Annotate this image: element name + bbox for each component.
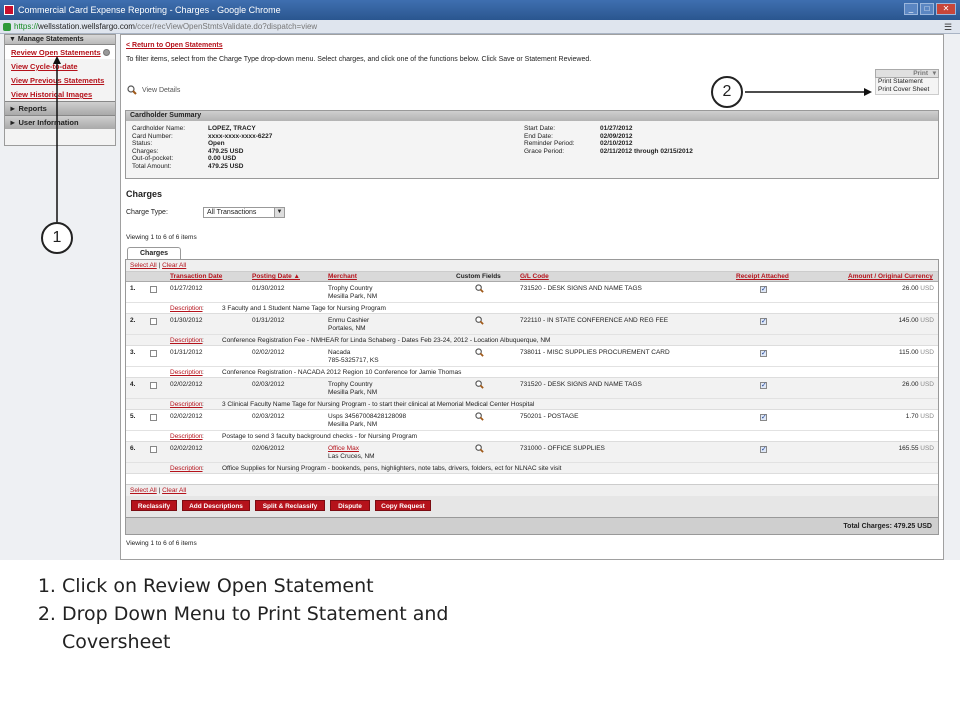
step-2-continued: Coversheet — [62, 631, 171, 653]
callout-2-arrowhead — [864, 88, 872, 96]
step-2: Drop Down Menu to Print Statement and — [62, 600, 448, 628]
annotation-lines — [53, 56, 872, 222]
callout-2: 2 — [711, 76, 743, 108]
instruction-steps: Click on Review Open Statement Drop Down… — [30, 572, 448, 656]
step-1: Click on Review Open Statement — [62, 572, 448, 600]
callout-1-arrowhead — [53, 56, 61, 64]
screenshot: Commercial Card Expense Reporting - Char… — [0, 0, 960, 560]
callout-1: 1 — [41, 222, 73, 254]
